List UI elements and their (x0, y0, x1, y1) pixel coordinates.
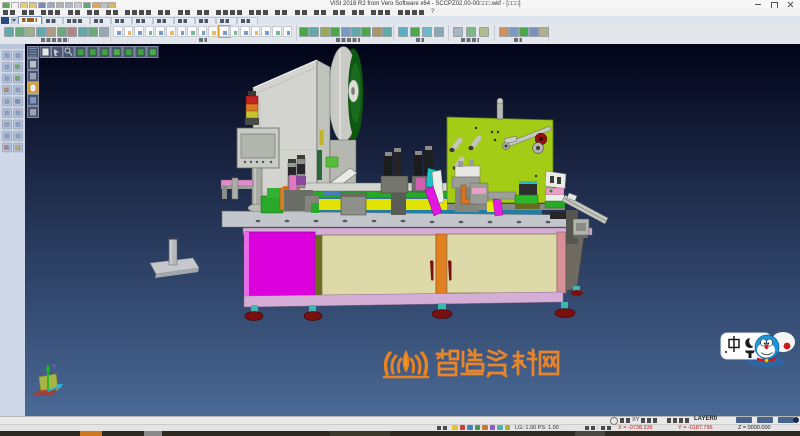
svg-text:Y: Y (52, 364, 57, 371)
